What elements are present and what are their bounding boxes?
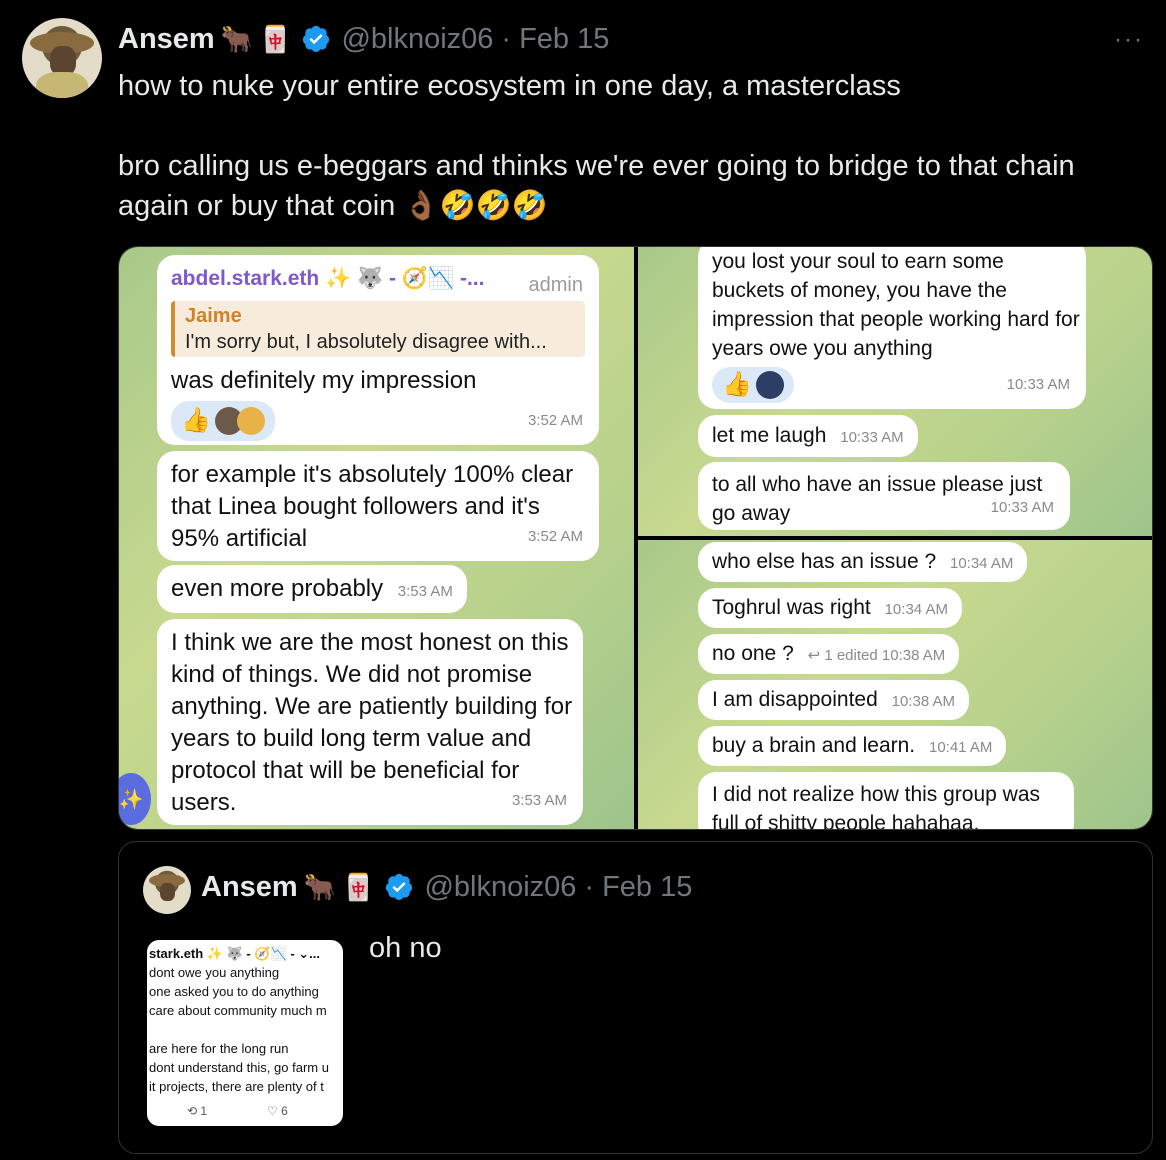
message-bubble: Toghrul was right 10:34 AM [698, 588, 962, 628]
quoted-tweet[interactable]: Ansem 🐂 🀄 @blknoiz06 · Feb 15 stark.eth … [118, 841, 1153, 1154]
message-bubble: you lost your soul to earn some buckets … [698, 247, 1086, 409]
chat-screenshot-right-top[interactable]: you lost your soul to earn some buckets … [638, 247, 1152, 536]
more-options-icon[interactable]: ··· [1114, 26, 1144, 54]
message-time: 10:33 AM [990, 499, 1054, 516]
thumbs-up-icon: 👍 [722, 371, 752, 398]
verified-badge-icon [386, 873, 413, 901]
message-time: 10:38 AM [891, 693, 956, 710]
quote-text: I'm sorry but, I absolutely disagree wit… [185, 331, 547, 353]
tweet-media[interactable]: abdel.stark.eth ✨ 🐺 - 🧭📉 -... admin Jaim… [118, 246, 1153, 830]
quoted-tweet-text: oh no [369, 932, 442, 964]
message-bubble-quoted: abdel.stark.eth ✨ 🐺 - 🧭📉 -... admin Jaim… [157, 255, 599, 445]
reaction-bar: 👍 [712, 367, 794, 403]
message-time: 10:34 AM [949, 555, 1014, 572]
thumbnail-text: stark.eth ✨ 🐺 - 🧭📉 - ⌄... dont owe you a… [149, 944, 329, 1096]
message-edited-meta: ↩ 1 edited 10:38 AM [807, 647, 946, 664]
message-time: 3:53 AM [511, 792, 567, 809]
message-bubble: buy a brain and learn. 10:41 AM [698, 726, 1007, 766]
message-text: I am disappointed [712, 688, 878, 711]
quoted-media-thumbnail[interactable]: stark.eth ✨ 🐺 - 🧭📉 - ⌄... dont owe you a… [145, 938, 345, 1128]
ox-emoji: 🐂 [303, 872, 337, 902]
sender-label: abdel.stark.eth ✨ 🐺 - 🧭📉 -... [171, 267, 485, 290]
message-text: I did not realize how this group was ful… [712, 783, 1041, 830]
author-handle[interactable]: @blknoiz06 [341, 23, 493, 56]
message-text: even more probably [171, 575, 384, 602]
quoted-tweet-date: Feb 15 [602, 870, 693, 903]
thumbnail-line: one asked you to do anything [149, 984, 319, 999]
quoted-author-handle: @blknoiz06 [424, 870, 577, 903]
thumbnail-line: dont understand this, go farm u [149, 1060, 329, 1075]
reply-quote: Jaime I'm sorry but, I absolutely disagr… [171, 301, 585, 357]
quoted-author-avatar [143, 866, 191, 914]
message-bubble: let me laugh 10:33 AM [698, 415, 918, 457]
sender-name: abdel.stark.eth ✨ 🐺 - 🧭📉 -... admin [171, 263, 585, 296]
sparkle-button[interactable]: ✨ [119, 773, 151, 825]
tweet-text-line1: how to nuke your entire ecosystem in one… [118, 70, 901, 102]
reactor-avatar-icon [236, 407, 265, 435]
message-time: 3:52 AM [527, 412, 583, 429]
message-time: 10:34 AM [884, 601, 948, 618]
message-bubble: I think we are the most honest on this k… [157, 619, 583, 825]
message-bubble: no one ? ↩ 1 edited 10:38 AM [698, 634, 960, 674]
like-count: ♡ 6 [267, 1104, 288, 1118]
ox-emoji: 🐂 [220, 24, 254, 54]
message-text: you lost your soul to earn some buckets … [712, 250, 1080, 360]
message-bubble: I am disappointed 10:38 AM [698, 680, 970, 720]
message-time: 10:41 AM [928, 739, 993, 756]
tweet-header: Ansem 🐂 🀄 @blknoiz06 · Feb 15 [118, 20, 609, 58]
thumbnail-line: dont owe you anything [149, 965, 280, 980]
message-time: 10:33 AM [840, 429, 904, 446]
retweet-count: ⟲ 1 [187, 1104, 208, 1118]
author-avatar[interactable] [22, 18, 102, 98]
message-text: Toghrul was right [712, 596, 871, 619]
chat-screenshot-left[interactable]: abdel.stark.eth ✨ 🐺 - 🧭📉 -... admin Jaim… [119, 247, 634, 829]
quoted-tweet-header: Ansem 🐂 🀄 @blknoiz06 · Feb 15 [201, 869, 692, 905]
separator-dot: · [501, 22, 512, 55]
message-text: who else has an issue ? [712, 550, 937, 573]
message-time: 3:52 AM [527, 528, 583, 545]
message-time: 3:53 AM [397, 583, 453, 600]
thumbnail-line: are here for the long run [149, 1041, 289, 1056]
thumbnail-line: care about community much m [149, 1003, 327, 1018]
thumbnail-line [149, 1020, 329, 1039]
admin-badge: admin [528, 274, 583, 296]
message-time: 10:33 AM [1006, 376, 1070, 393]
message-text: no one ? [712, 642, 794, 665]
thumbs-up-icon: 👍 [181, 407, 211, 434]
message-bubble: I did not realize how this group was ful… [698, 772, 1074, 830]
verified-badge-icon [303, 25, 330, 53]
separator-dot: · [584, 870, 595, 903]
message-bubble: for example it's absolutely 100% clear t… [157, 451, 599, 561]
message-bubble: even more probably 3:53 AM [157, 565, 467, 613]
quoted-author-name: Ansem [201, 870, 298, 903]
author-name[interactable]: Ansem [118, 23, 215, 56]
reaction-bar: 👍 [171, 401, 275, 441]
avatar-body [36, 72, 88, 98]
chat-screenshot-right-bottom[interactable]: who else has an issue ? 10:34 AM Toghrul… [638, 540, 1152, 830]
message-text: let me laugh [712, 424, 827, 447]
mahjong-emoji: 🀄 [259, 24, 292, 54]
tweet-body: how to nuke your entire ecosystem in one… [118, 66, 1148, 226]
tweet-date[interactable]: Feb 15 [519, 23, 609, 56]
thumbnail-line: stark.eth ✨ 🐺 - 🧭📉 - ⌄... [149, 946, 320, 961]
thumbnail-stats: ⟲ 1 ♡ 6 [187, 1104, 288, 1118]
mahjong-emoji: 🀄 [342, 872, 375, 902]
quote-author: Jaime [185, 305, 242, 327]
thumbnail-line: it projects, there are plenty of t [149, 1079, 324, 1094]
message-text: was definitely my impression [171, 367, 477, 394]
reactor-avatar-icon [755, 371, 784, 399]
message-text: buy a brain and learn. [712, 734, 916, 757]
message-bubble: to all who have an issue please just go … [698, 462, 1070, 530]
tweet-text-line2: bro calling us e-beggars and thinks we'r… [118, 150, 1075, 222]
message-bubble: who else has an issue ? 10:34 AM [698, 542, 1028, 582]
